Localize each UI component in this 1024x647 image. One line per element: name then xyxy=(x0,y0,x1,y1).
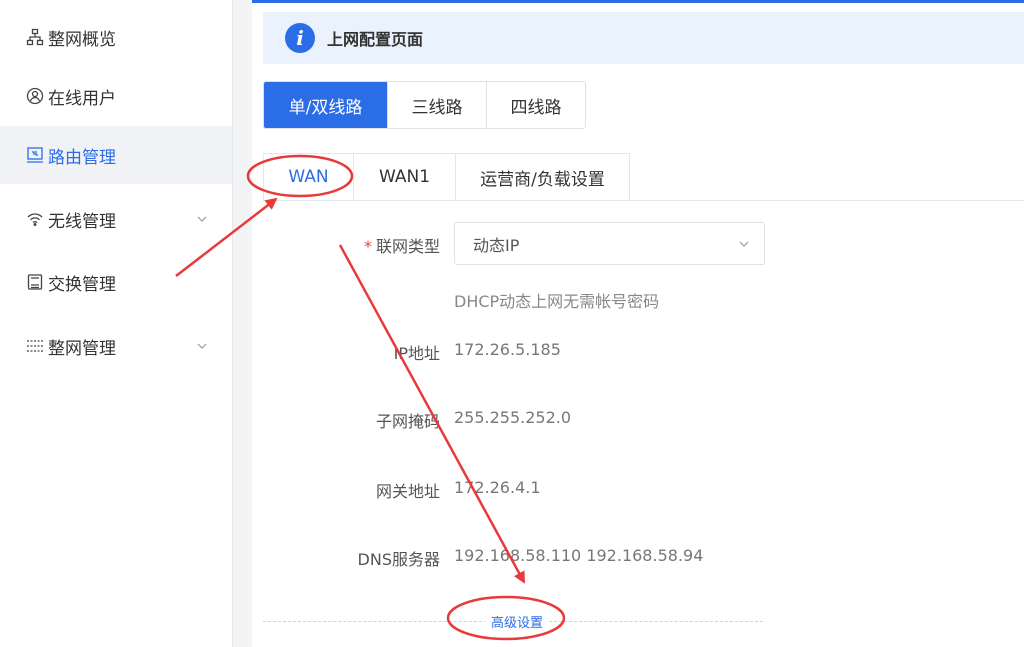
chevron-down-icon[interactable] xyxy=(196,340,208,352)
router-icon xyxy=(26,146,44,164)
sidebar-item-switch-management[interactable]: 交换管理 xyxy=(0,253,232,311)
sidebar: 整网概览 在线用户 路由管理 无线管理 交换管理 整网管理 xyxy=(0,0,232,647)
gateway-value: 172.26.4.1 xyxy=(454,478,541,497)
connection-type-label: * 联网类型 xyxy=(363,237,440,256)
sidebar-item-label: 整网概览 xyxy=(48,29,116,50)
tab-wan[interactable]: WAN xyxy=(263,153,354,201)
tabs-divider xyxy=(263,200,1024,201)
wan-tabs: WAN WAN1 运营商/负载设置 xyxy=(263,153,630,201)
sidebar-item-label: 路由管理 xyxy=(48,147,116,168)
subnet-mask-label: 子网掩码 xyxy=(375,412,440,431)
connection-type-hint: DHCP动态上网无需帐号密码 xyxy=(454,292,660,311)
line-mode-three[interactable]: 三线路 xyxy=(388,82,487,128)
sidebar-item-route-management[interactable]: 路由管理 xyxy=(0,126,232,184)
chevron-down-icon[interactable] xyxy=(196,213,208,225)
network-topology-icon xyxy=(26,28,44,46)
sidebar-item-label: 交换管理 xyxy=(48,274,116,295)
dns-value: 192.168.58.110 192.168.58.94 xyxy=(454,546,704,565)
sidebar-divider xyxy=(232,0,252,647)
sidebar-item-network-management[interactable]: 整网管理 xyxy=(0,317,232,375)
info-icon: i xyxy=(285,23,315,53)
advanced-settings-link[interactable]: 高级设置 xyxy=(485,612,550,631)
user-circle-icon xyxy=(26,87,44,105)
sidebar-item-label: 无线管理 xyxy=(48,211,116,232)
main-content: i 上网配置页面 单/双线路 三线路 四线路 WAN WAN1 运营商/负载设置… xyxy=(253,0,1024,647)
line-mode-selector: 单/双线路 三线路 四线路 xyxy=(263,81,586,129)
sidebar-item-label: 在线用户 xyxy=(48,88,116,109)
dns-label: DNS服务器 xyxy=(357,550,440,569)
page-title: 上网配置页面 xyxy=(327,30,424,49)
info-banner: i 上网配置页面 xyxy=(263,12,1024,64)
subnet-mask-value: 255.255.252.0 xyxy=(454,408,572,427)
settings-sliders-icon xyxy=(26,337,44,355)
sidebar-item-wireless-management[interactable]: 无线管理 xyxy=(0,190,232,248)
chevron-down-icon xyxy=(739,241,749,247)
sidebar-item-online-users[interactable]: 在线用户 xyxy=(0,67,232,125)
wifi-icon xyxy=(26,210,44,228)
switch-icon xyxy=(26,273,44,291)
line-mode-four[interactable]: 四线路 xyxy=(487,82,585,128)
sidebar-item-label: 整网管理 xyxy=(48,338,116,359)
line-mode-single-dual[interactable]: 单/双线路 xyxy=(264,82,388,128)
required-mark: * xyxy=(363,237,372,256)
connection-type-select[interactable]: 动态IP xyxy=(454,222,765,265)
connection-type-value: 动态IP xyxy=(473,235,520,255)
tab-wan1[interactable]: WAN1 xyxy=(354,153,456,201)
ip-address-value: 172.26.5.185 xyxy=(454,340,561,359)
tab-isp-load-settings[interactable]: 运营商/负载设置 xyxy=(456,153,630,201)
gateway-label: 网关地址 xyxy=(375,482,440,501)
sidebar-item-overview[interactable]: 整网概览 xyxy=(0,8,232,66)
ip-address-label: IP地址 xyxy=(393,344,440,363)
